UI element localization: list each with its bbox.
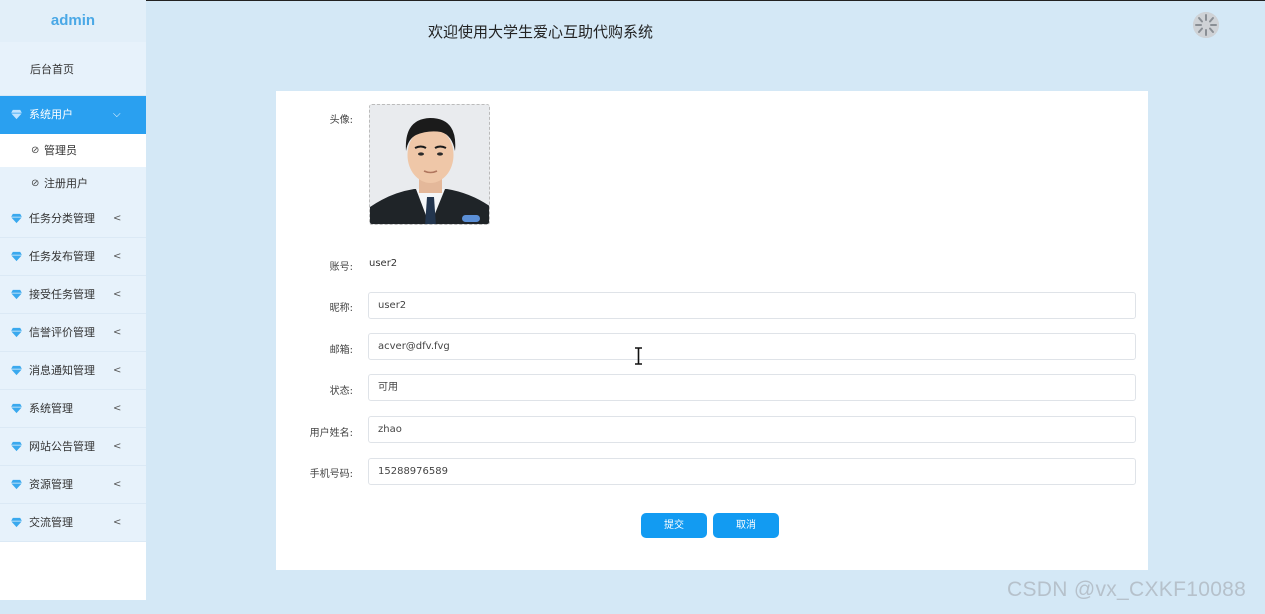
realname-label: 用户姓名: xyxy=(309,428,353,439)
sidebar-item-resources[interactable]: 资源管理 < xyxy=(0,466,146,504)
check-circle-icon: ⊘ xyxy=(31,145,40,156)
chevron-left-icon: < xyxy=(113,517,122,528)
status-field[interactable]: 可用 xyxy=(368,374,1136,401)
avatar-photo[interactable] xyxy=(369,104,490,225)
account-value: user2 xyxy=(369,258,398,269)
sidebar-item-task-publish[interactable]: 任务发布管理 < xyxy=(0,238,146,276)
watermark: CSDN @vx_CXKF10088 xyxy=(1007,578,1247,601)
sidebar-item-exchange[interactable]: 交流管理 < xyxy=(0,504,146,542)
gem-icon xyxy=(11,517,22,528)
chevron-left-icon: < xyxy=(113,403,122,414)
sidebar-item-task-category[interactable]: 任务分类管理 < xyxy=(0,200,146,238)
sidebar-item-system-users[interactable]: 系统用户 ⌵ xyxy=(0,96,146,134)
text-cursor-icon xyxy=(635,347,642,365)
gem-icon xyxy=(11,365,22,376)
person-photo-icon xyxy=(370,105,489,224)
account-label: 账号: xyxy=(329,262,353,273)
check-circle-icon: ⊘ xyxy=(31,178,40,189)
page-title: 欢迎使用大学生爱心互助代购系统 xyxy=(428,23,654,41)
gem-icon xyxy=(11,289,22,300)
sidebar-item-label: 信誉评价管理 xyxy=(29,326,95,339)
chevron-left-icon: < xyxy=(113,251,122,262)
phone-field[interactable]: 15288976589 xyxy=(368,458,1136,485)
sidebar-item-label: 交流管理 xyxy=(29,516,73,529)
chevron-left-icon: < xyxy=(113,289,122,300)
sidebar-item-label: 消息通知管理 xyxy=(29,364,95,377)
sidebar-item-task-accept[interactable]: 接受任务管理 < xyxy=(0,276,146,314)
gem-icon xyxy=(11,403,22,414)
status-label: 状态: xyxy=(329,386,353,397)
profile-form: 头像: 账号: user2 昵称: user2 邮箱: acver@dfv.fv… xyxy=(276,91,1148,570)
sidebar-item-home[interactable]: 后台首页 xyxy=(0,42,146,96)
sidebar-subitem-admin[interactable]: ⊘ 管理员 xyxy=(0,134,146,167)
chevron-left-icon: < xyxy=(113,327,122,338)
avatar-label: 头像: xyxy=(329,115,353,126)
phone-label: 手机号码: xyxy=(309,469,353,480)
email-label: 邮箱: xyxy=(329,345,353,356)
sidebar-item-notifications[interactable]: 消息通知管理 < xyxy=(0,352,146,390)
gem-icon xyxy=(11,109,22,120)
sidebar-item-label: 系统管理 xyxy=(29,402,73,415)
sidebar-subitem-label: 管理员 xyxy=(44,144,77,157)
sidebar-item-label: 任务分类管理 xyxy=(29,212,95,225)
realname-field[interactable]: zhao xyxy=(368,416,1136,443)
sidebar-item-credit-review[interactable]: 信誉评价管理 < xyxy=(0,314,146,352)
sidebar-item-announcements[interactable]: 网站公告管理 < xyxy=(0,428,146,466)
email-field[interactable]: acver@dfv.fvg xyxy=(368,333,1136,360)
chevron-left-icon: < xyxy=(113,479,122,490)
nickname-label: 昵称: xyxy=(329,303,353,314)
cancel-button[interactable]: 取消 xyxy=(713,513,779,538)
sidebar-item-label: 任务发布管理 xyxy=(29,250,95,263)
submit-button[interactable]: 提交 xyxy=(641,513,707,538)
loading-icon xyxy=(1193,12,1219,38)
chevron-left-icon: < xyxy=(113,441,122,452)
chevron-left-icon: < xyxy=(113,213,122,224)
gem-icon xyxy=(11,213,22,224)
sidebar: admin 后台首页 系统用户 ⌵ ⊘ 管理员 ⊘ 注册用户 任务分类管理 < … xyxy=(0,0,146,600)
sidebar-item-label: 资源管理 xyxy=(29,478,73,491)
sidebar-item-system[interactable]: 系统管理 < xyxy=(0,390,146,428)
gem-icon xyxy=(11,327,22,338)
sidebar-subitem-label: 注册用户 xyxy=(44,177,88,190)
sidebar-item-label: 接受任务管理 xyxy=(29,288,95,301)
gem-icon xyxy=(11,441,22,452)
top-border xyxy=(0,0,1265,1)
nickname-field[interactable]: user2 xyxy=(368,292,1136,319)
user-avatar[interactable] xyxy=(1193,12,1219,38)
sidebar-item-label: 网站公告管理 xyxy=(29,440,95,453)
sidebar-item-label: 系统用户 xyxy=(29,108,73,121)
chevron-down-icon: ⌵ xyxy=(113,109,121,120)
sidebar-subitem-registered-users[interactable]: ⊘ 注册用户 xyxy=(0,167,146,200)
brand-logo: admin xyxy=(0,0,146,42)
gem-icon xyxy=(11,251,22,262)
gem-icon xyxy=(11,479,22,490)
chevron-left-icon: < xyxy=(113,365,122,376)
